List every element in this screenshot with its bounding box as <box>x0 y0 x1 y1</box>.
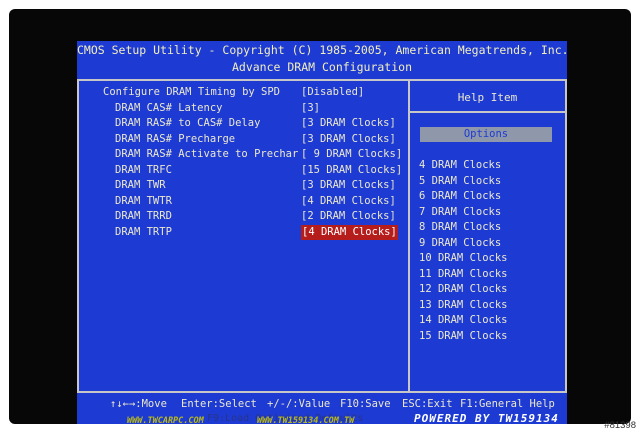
setting-label: DRAM TWTR <box>115 194 172 207</box>
options-header: Options <box>420 127 552 142</box>
option-item[interactable]: 10 DRAM Clocks <box>419 251 508 266</box>
setting-value-selected[interactable]: [4 DRAM Clocks] <box>301 224 398 240</box>
option-item[interactable]: 5 DRAM Clocks <box>419 174 501 189</box>
panel-divider <box>408 79 410 393</box>
option-item[interactable]: 12 DRAM Clocks <box>419 282 508 297</box>
option-item[interactable]: 13 DRAM Clocks <box>419 298 508 313</box>
setting-value[interactable]: [4 DRAM Clocks] <box>301 194 396 209</box>
watermark-tw159134: WWW.TW159134.COM.TW <box>257 416 355 424</box>
option-item[interactable]: 14 DRAM Clocks <box>419 313 508 328</box>
option-item[interactable]: 11 DRAM Clocks <box>419 267 508 282</box>
bios-screen: CMOS Setup Utility - Copyright (C) 1985-… <box>77 41 569 424</box>
setting-label: DRAM TRTP <box>115 225 172 238</box>
option-item[interactable]: 7 DRAM Clocks <box>419 205 501 220</box>
watermark-twcarpc: WWW.TWCARPC.COM <box>127 416 204 424</box>
setting-value[interactable]: [3 DRAM Clocks] <box>301 132 396 147</box>
setting-value[interactable]: [Disabled] <box>301 85 364 100</box>
setting-value[interactable]: [3 DRAM Clocks] <box>301 178 396 193</box>
key-general-help: F1:General Help <box>460 398 555 410</box>
setting-label: DRAM RAS# Precharge <box>115 132 236 145</box>
key-value: +/-/:Value <box>267 398 331 410</box>
key-help-bar: ↑↓←→:Move Enter:Select +/-/:Value F10:Sa… <box>77 395 567 413</box>
option-item[interactable]: 4 DRAM Clocks <box>419 158 501 173</box>
page-title: Advance DRAM Configuration <box>77 59 567 75</box>
setting-label: DRAM RAS# Activate to Prechar <box>115 148 299 160</box>
key-save: F10:Save <box>340 398 391 410</box>
setting-value[interactable]: [2 DRAM Clocks] <box>301 209 396 224</box>
setting-value[interactable]: [3] <box>301 101 320 116</box>
setting-label: DRAM TRFC <box>115 163 172 176</box>
help-item-title: Help Item <box>457 91 518 104</box>
image-stamp: #81398 <box>604 420 636 431</box>
key-select: Enter:Select <box>181 398 257 410</box>
setting-value[interactable]: [3 DRAM Clocks] <box>301 116 396 131</box>
option-item[interactable]: 9 DRAM Clocks <box>419 236 501 251</box>
setting-label: Configure DRAM Timing by SPD <box>103 86 281 98</box>
setting-label: DRAM RAS# to CAS# Delay <box>115 117 261 129</box>
help-divider <box>410 111 565 113</box>
setting-label: DRAM TRRD <box>115 210 172 222</box>
option-item[interactable]: 15 DRAM Clocks <box>419 329 508 344</box>
setting-value[interactable]: [ 9 DRAM Clocks] <box>301 147 402 162</box>
monitor-photo: CMOS Setup Utility - Copyright (C) 1985-… <box>9 9 631 424</box>
option-item[interactable]: 8 DRAM Clocks <box>419 220 501 235</box>
setting-label: DRAM TWR <box>115 179 166 191</box>
option-item[interactable]: 6 DRAM Clocks <box>419 189 501 204</box>
setting-value[interactable]: [15 DRAM Clocks] <box>301 163 402 178</box>
setting-label: DRAM CAS# Latency <box>115 101 223 114</box>
bios-title: CMOS Setup Utility - Copyright (C) 1985-… <box>77 41 569 59</box>
watermark-powered-by: POWERED BY TW159134 <box>414 412 559 424</box>
key-exit: ESC:Exit <box>402 398 453 410</box>
key-move: ↑↓←→:Move <box>110 398 167 410</box>
